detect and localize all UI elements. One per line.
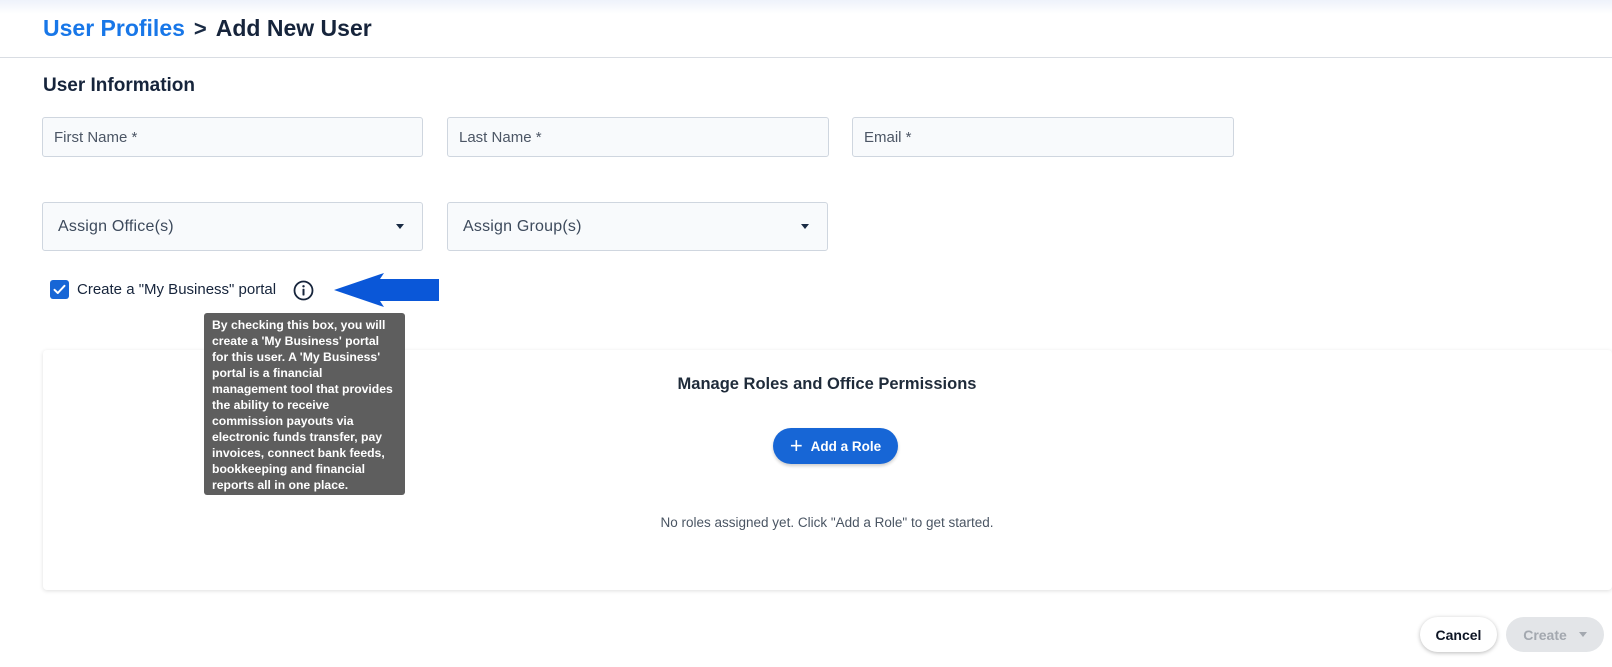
assign-offices-label: Assign Office(s) <box>58 217 174 235</box>
chevron-down-icon <box>1578 632 1587 637</box>
user-information-heading: User Information <box>43 75 196 96</box>
add-role-button[interactable]: + Add a Role <box>773 428 898 464</box>
portal-info-tooltip: By checking this box, you will create a … <box>204 313 405 495</box>
chevron-down-icon <box>801 224 809 229</box>
last-name-input[interactable] <box>448 118 828 156</box>
page-title: Add New User <box>215 15 372 41</box>
plus-icon: + <box>789 433 803 458</box>
first-name-input[interactable] <box>43 118 422 156</box>
last-name-field[interactable] <box>447 117 829 157</box>
email-input[interactable] <box>853 118 1233 156</box>
roles-card-title: Manage Roles and Office Permissions <box>677 375 977 393</box>
my-business-portal-option: Create a "My Business" portal <box>50 280 276 299</box>
roles-empty-message: No roles assigned yet. Click "Add a Role… <box>660 515 994 530</box>
email-field[interactable] <box>852 117 1234 157</box>
first-name-field[interactable] <box>42 117 423 157</box>
cancel-button[interactable]: Cancel <box>1420 617 1497 652</box>
breadcrumb-separator: > <box>193 15 207 41</box>
checkmark-icon <box>53 284 66 294</box>
chevron-down-icon <box>396 224 404 229</box>
assign-offices-select[interactable]: Assign Office(s) <box>42 202 423 251</box>
create-label: Create <box>1523 626 1567 643</box>
assign-groups-label: Assign Group(s) <box>463 217 582 235</box>
page-header: User Profiles > Add New User <box>0 0 1612 58</box>
add-role-label: Add a Role <box>810 438 882 454</box>
my-business-portal-checkbox[interactable] <box>50 280 69 299</box>
breadcrumb: User Profiles > Add New User <box>43 15 372 42</box>
create-button[interactable]: Create <box>1506 617 1604 652</box>
info-circle-icon[interactable] <box>293 280 314 301</box>
arrow-left-icon <box>334 273 439 307</box>
my-business-portal-label: Create a "My Business" portal <box>77 281 277 298</box>
assign-groups-select[interactable]: Assign Group(s) <box>447 202 828 251</box>
breadcrumb-user-profiles-link[interactable]: User Profiles <box>43 15 185 42</box>
